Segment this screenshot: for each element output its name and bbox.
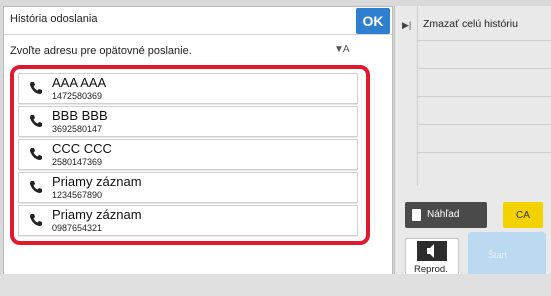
menu-divider	[417, 40, 551, 41]
start-label: Štart	[488, 250, 508, 260]
ok-button[interactable]: OK	[356, 8, 390, 34]
entry-name: CCC CCC	[52, 141, 112, 156]
entry-name: AAA AAA	[52, 75, 107, 90]
history-entry[interactable]: AAA AAA 1472580369	[18, 73, 358, 104]
bottom-strip	[0, 274, 551, 296]
clear-history-item[interactable]: Zmazať celú históriu	[423, 18, 518, 30]
panel-toggle[interactable]: ▶|	[395, 6, 418, 186]
ca-button[interactable]: CA	[503, 202, 543, 228]
history-list: AAA AAA 1472580369 BBB BBB 3692580147 CC…	[10, 65, 370, 245]
phone-icon	[30, 82, 42, 94]
entry-number: 3692580147	[52, 124, 103, 134]
entry-name: Priamy záznam	[52, 207, 142, 222]
side-panel: ▶| Zmazať celú históriu Náhľad CA Reprod…	[394, 6, 551, 282]
history-entry[interactable]: CCC CCC 2580147369	[18, 139, 358, 170]
history-entry[interactable]: Priamy záznam 1234567890	[18, 172, 358, 203]
send-history-dialog: História odoslania OK Zvoľte adresu pre …	[3, 6, 393, 276]
entry-name: Priamy záznam	[52, 174, 142, 189]
collapse-arrow-icon[interactable]: ▶|	[402, 20, 411, 31]
phone-icon	[30, 181, 42, 193]
phone-icon	[30, 115, 42, 127]
title-bar: História odoslania OK	[4, 7, 392, 35]
preview-label: Náhľad	[427, 209, 460, 220]
menu-divider	[417, 96, 551, 97]
dialog-title: História odoslania	[10, 13, 98, 25]
history-entry[interactable]: BBB BBB 3692580147	[18, 106, 358, 137]
menu-divider	[417, 152, 551, 153]
preview-button[interactable]: Náhľad	[405, 202, 487, 228]
entry-number: 2580147369	[52, 157, 103, 167]
phone-icon	[30, 148, 42, 160]
instruction-text: Zvoľte adresu pre opätovné poslanie.	[10, 45, 192, 57]
entry-number: 1472580369	[52, 91, 103, 101]
phone-icon	[30, 214, 42, 226]
menu-divider	[417, 124, 551, 125]
history-entry[interactable]: Priamy záznam 0987654321	[18, 205, 358, 236]
screen: História odoslania OK Zvoľte adresu pre …	[0, 0, 551, 296]
reprod-button[interactable]: Reprod.	[405, 238, 459, 278]
speaker-icon	[417, 241, 447, 261]
menu-divider	[417, 68, 551, 69]
entry-number: 0987654321	[52, 223, 103, 233]
entry-number: 1234567890	[52, 190, 103, 200]
entry-name: BBB BBB	[52, 108, 108, 123]
preview-icon	[412, 209, 421, 221]
sort-az-icon[interactable]: ▼A	[334, 44, 350, 55]
